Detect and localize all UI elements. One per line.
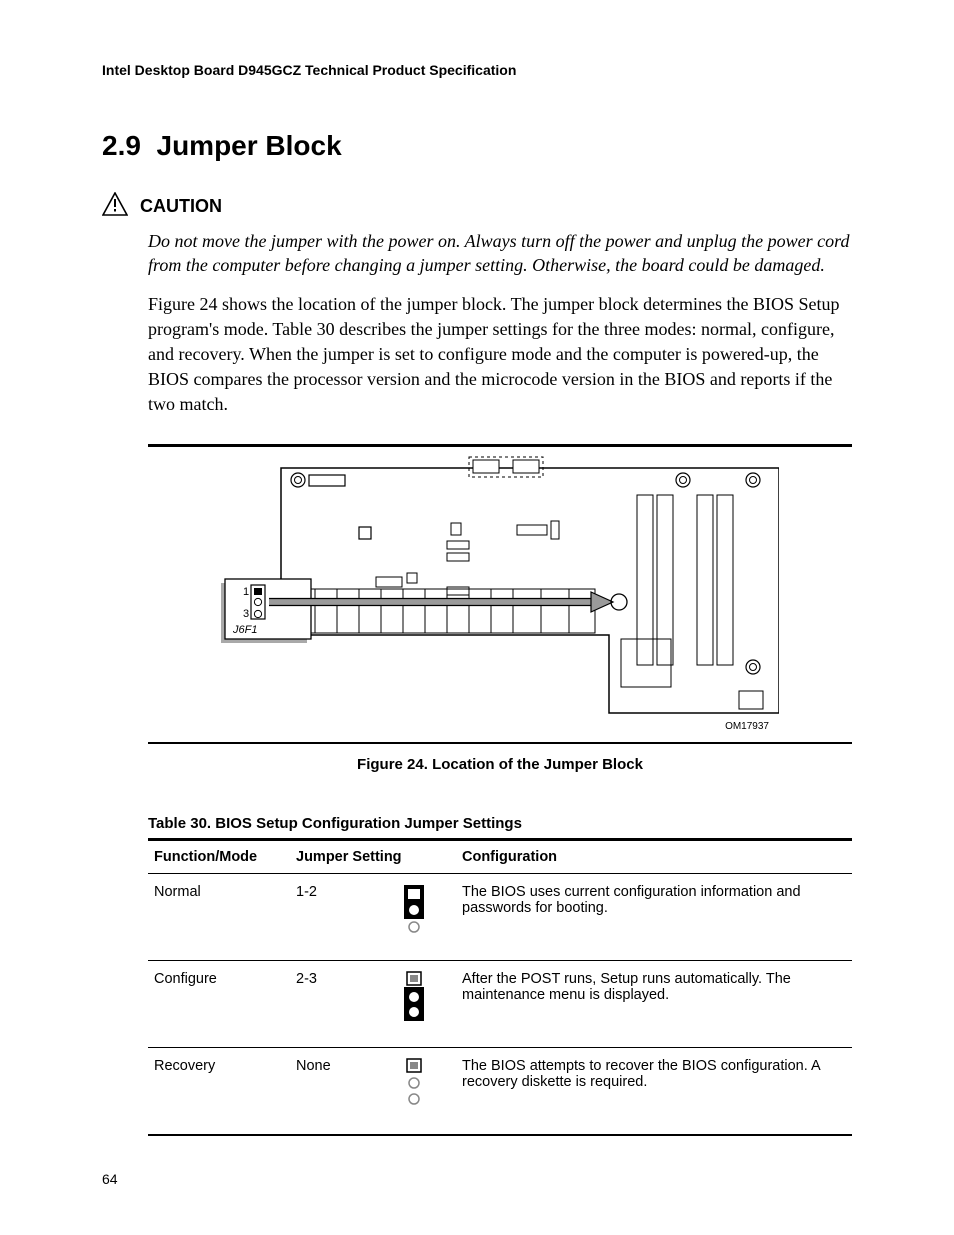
jumper-settings-table: Function/Mode Jumper Setting Configurati… <box>148 838 852 1136</box>
cell-config: The BIOS attempts to recover the BIOS co… <box>456 1047 852 1135</box>
cell-config: The BIOS uses current configuration info… <box>456 873 852 960</box>
cell-config: After the POST runs, Setup runs automati… <box>456 960 852 1047</box>
cell-function: Recovery <box>148 1047 290 1135</box>
cell-function: Configure <box>148 960 290 1047</box>
table-caption: Table 30. BIOS Setup Configuration Jumpe… <box>148 815 852 832</box>
caution-icon <box>102 192 128 221</box>
board-diagram: 1 3 J6F1 OM17937 <box>221 455 779 733</box>
svg-text:OM17937: OM17937 <box>725 721 769 732</box>
jumper-icon-23 <box>372 960 456 1047</box>
table-row: Recovery None The BIOS attempts to recov… <box>148 1047 852 1135</box>
svg-text:1: 1 <box>243 586 249 598</box>
th-setting: Jumper Setting <box>290 839 456 873</box>
table-row: Normal 1-2 The BIOS uses current configu… <box>148 873 852 960</box>
jumper-icon-12 <box>372 873 456 960</box>
section-title-text: Jumper Block <box>157 130 342 161</box>
jumper-icon-none <box>372 1047 456 1135</box>
caution-text: Do not move the jumper with the power on… <box>148 229 852 278</box>
th-config: Configuration <box>456 839 852 873</box>
cell-function: Normal <box>148 873 290 960</box>
figure-caption: Figure 24. Location of the Jumper Block <box>148 756 852 773</box>
cell-setting: 2-3 <box>290 960 372 1047</box>
caution-label: CAUTION <box>140 196 222 217</box>
figure-24: 1 3 J6F1 OM17937 <box>148 444 852 744</box>
table-row: Configure 2-3 After the POST runs, Setup… <box>148 960 852 1047</box>
svg-text:J6F1: J6F1 <box>232 624 257 636</box>
page-number: 64 <box>102 1171 118 1187</box>
svg-text:3: 3 <box>243 608 249 620</box>
cell-setting: None <box>290 1047 372 1135</box>
body-paragraph: Figure 24 shows the location of the jump… <box>148 292 852 418</box>
running-header: Intel Desktop Board D945GCZ Technical Pr… <box>102 62 852 78</box>
th-function: Function/Mode <box>148 839 290 873</box>
cell-setting: 1-2 <box>290 873 372 960</box>
section-number: 2.9 <box>102 130 141 161</box>
section-heading: 2.9 Jumper Block <box>102 130 852 162</box>
